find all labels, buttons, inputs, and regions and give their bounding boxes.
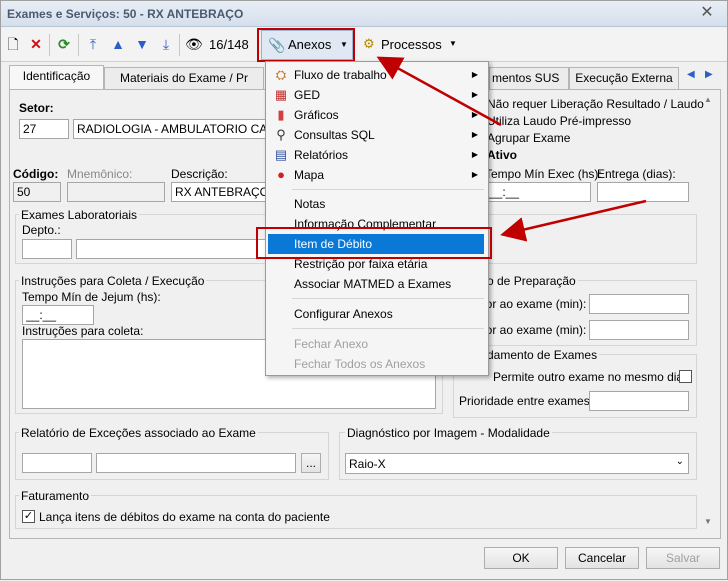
main-window: Exames e Serviços: 50 - RX ANTEBRAÇO ✕ 🗋… — [0, 0, 728, 580]
annotation-arrow-to-item-debito — [500, 199, 647, 242]
annotation-arrows — [376, 56, 647, 242]
annotation-arrow-to-anexos — [376, 56, 502, 127]
